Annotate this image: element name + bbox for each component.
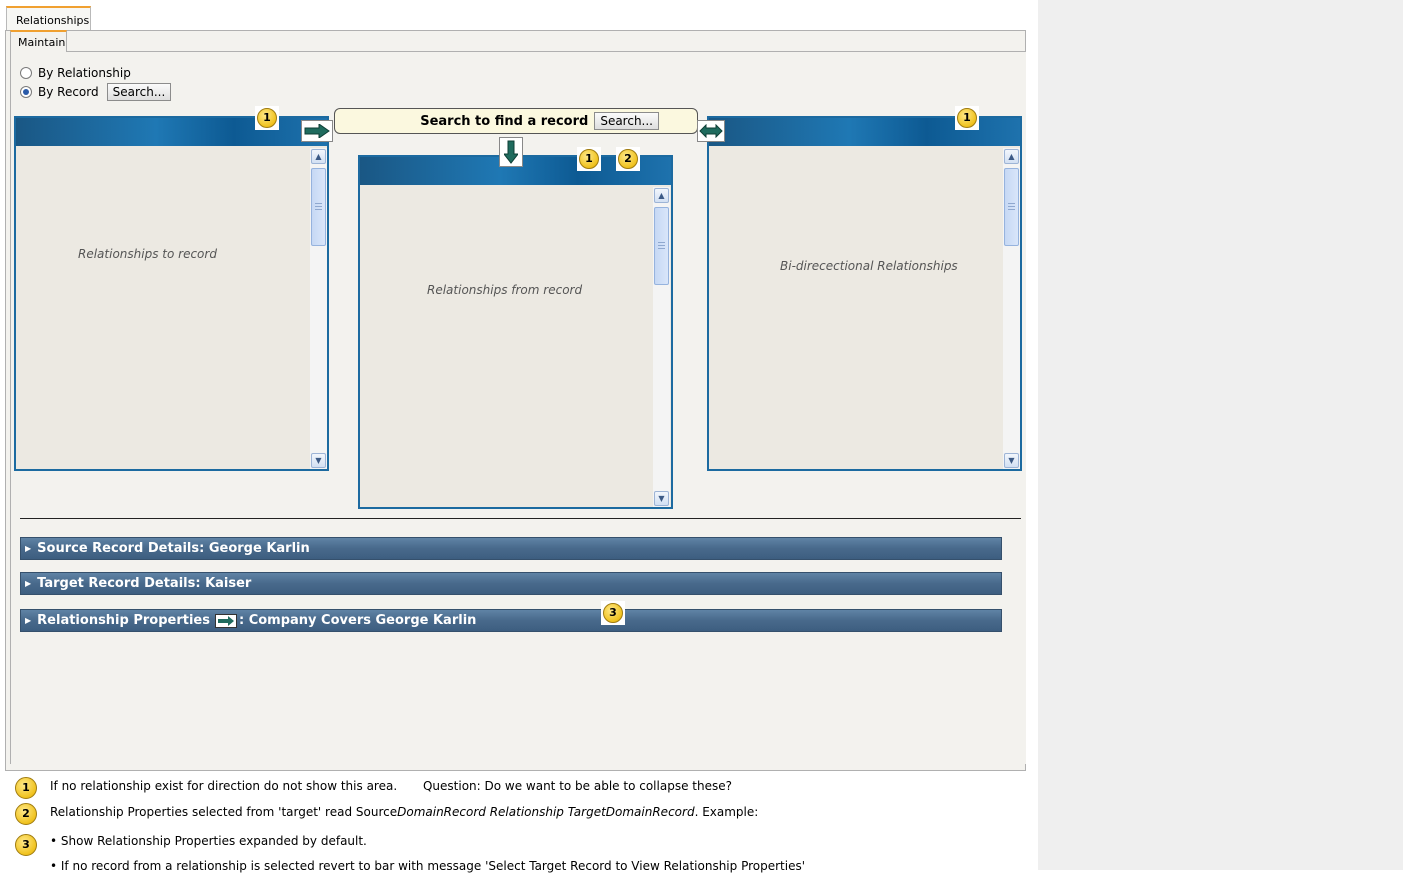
annotation-badge-3: 3 xyxy=(603,603,623,623)
section-title: Relationship Properties xyxy=(37,613,210,628)
page-gutter xyxy=(1038,0,1403,870)
scroll-thumb[interactable] xyxy=(654,207,669,285)
scroll-down-icon[interactable]: ▼ xyxy=(311,453,326,468)
note-text: Relationship Properties selected from 't… xyxy=(50,805,759,819)
search-bar-label: Search to find a record xyxy=(420,113,589,129)
record-search-button[interactable]: Search... xyxy=(106,83,172,101)
relationship-properties-bar[interactable]: ▶ Relationship Properties : Company Cove… xyxy=(20,609,1002,632)
radio-label: By Relationship xyxy=(38,66,131,80)
radio-by-relationship[interactable]: By Relationship xyxy=(20,66,131,80)
down-arrow-icon xyxy=(499,137,523,167)
tab-maintain[interactable]: Maintain xyxy=(10,30,67,52)
vertical-scrollbar[interactable]: ▲ ▼ xyxy=(653,187,670,507)
right-arrow-icon xyxy=(301,120,333,142)
source-record-details-bar[interactable]: ▶ Source Record Details: George Karlin xyxy=(20,537,1002,560)
target-record-details-bar[interactable]: ▶ Target Record Details: Kaiser xyxy=(20,572,1002,595)
panel-header xyxy=(16,118,327,146)
note-2: 2 Relationship Properties selected from … xyxy=(15,803,758,825)
annotation-badge-3: 3 xyxy=(15,834,37,856)
right-arrow-icon xyxy=(214,613,237,628)
annotation-badge-1: 1 xyxy=(579,149,599,169)
scroll-down-icon[interactable]: ▼ xyxy=(1004,453,1019,468)
expand-triangle-icon[interactable]: ▶ xyxy=(25,616,31,625)
section-title: Source Record Details: George Karlin xyxy=(37,541,310,556)
vertical-scrollbar[interactable]: ▲ ▼ xyxy=(310,148,327,469)
relationships-from-record-panel: Relationships from record ▲ ▼ xyxy=(358,155,673,509)
note-text: • Show Relationship Properties expanded … xyxy=(50,834,806,873)
annotation-badge-2: 2 xyxy=(15,803,37,825)
radio-label: By Record xyxy=(38,85,99,99)
annotation-badge-2: 2 xyxy=(618,149,638,169)
radio-button[interactable] xyxy=(20,67,32,79)
search-bar-button[interactable]: Search... xyxy=(594,112,659,130)
bidirectional-relationships-panel: Bi-direcectional Relationships ▲ ▼ xyxy=(707,116,1022,471)
divider xyxy=(20,518,1021,519)
annotation-badge-1: 1 xyxy=(15,777,37,799)
expand-triangle-icon[interactable]: ▶ xyxy=(25,544,31,553)
bidirectional-arrow-icon xyxy=(697,120,725,142)
section-title-suffix: : Company Covers George Karlin xyxy=(238,613,477,628)
scroll-up-icon[interactable]: ▲ xyxy=(654,188,669,203)
expand-triangle-icon[interactable]: ▶ xyxy=(25,579,31,588)
relationships-to-record-panel: Relationships to record ▲ ▼ xyxy=(14,116,329,471)
vertical-scrollbar[interactable]: ▲ ▼ xyxy=(1003,148,1020,469)
annotation-badge-1: 1 xyxy=(257,108,277,128)
scroll-up-icon[interactable]: ▲ xyxy=(311,149,326,164)
note-1: 1 If no relationship exist for direction… xyxy=(15,777,732,799)
radio-by-record[interactable]: By Record Search... xyxy=(20,83,172,101)
panel-label: Relationships from record xyxy=(427,283,583,297)
radio-button[interactable] xyxy=(20,86,32,98)
record-search-bar: Search to find a record Search... xyxy=(334,108,698,134)
note-3: 3 • Show Relationship Properties expande… xyxy=(15,829,805,879)
scroll-up-icon[interactable]: ▲ xyxy=(1004,149,1019,164)
annotation-badge-1: 1 xyxy=(957,108,977,128)
panel-label: Relationships to record xyxy=(78,247,217,261)
scroll-thumb[interactable] xyxy=(311,168,326,246)
note-text: If no relationship exist for direction d… xyxy=(50,779,732,793)
scroll-thumb[interactable] xyxy=(1004,168,1019,246)
scroll-down-icon[interactable]: ▼ xyxy=(654,491,669,506)
section-title: Target Record Details: Kaiser xyxy=(37,576,252,591)
tab-relationships[interactable]: Relationships xyxy=(6,6,91,31)
panel-label: Bi-direcectional Relationships xyxy=(780,259,958,273)
